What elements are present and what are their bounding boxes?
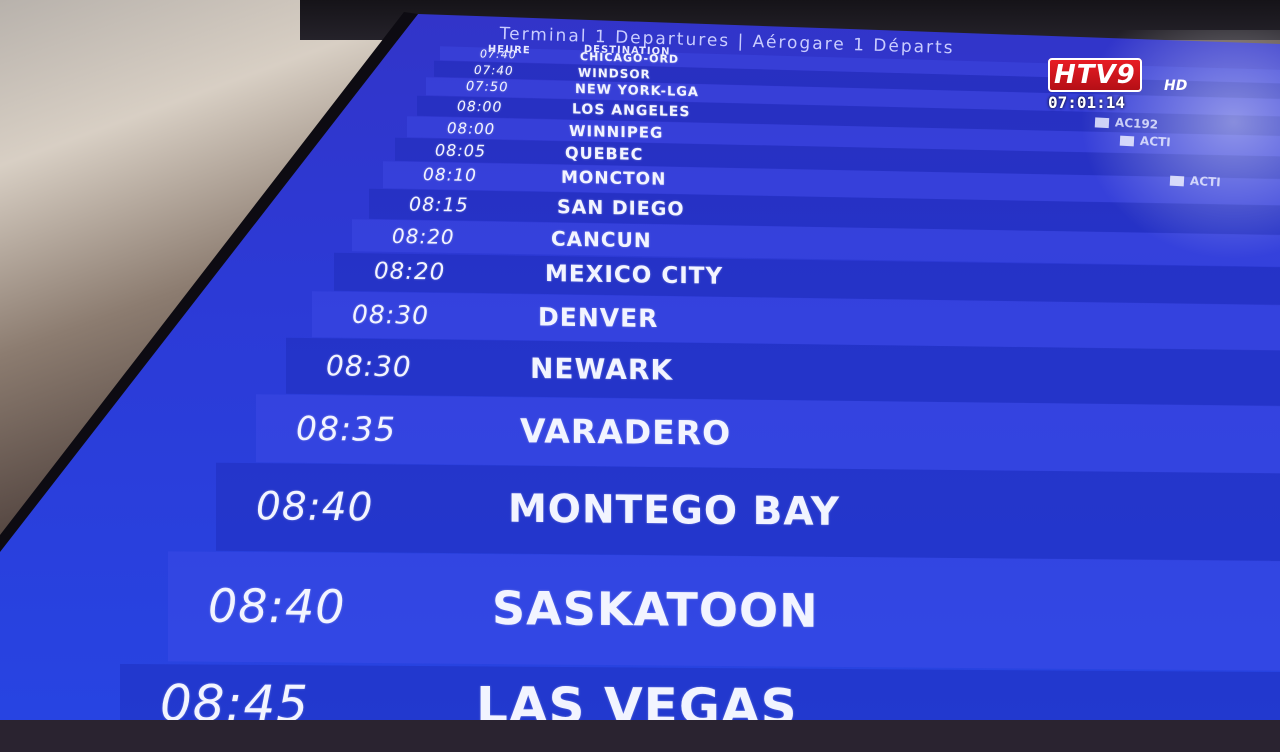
departure-time: 08:10 [423,165,477,187]
destination-name: LAS VEGAS [476,676,798,737]
broadcast-clock: 07:01:14 [1048,93,1126,112]
destination-name: NEW YORK-LGA [575,82,699,101]
flight-row: 08:45 LAS VEGAS [120,663,1280,737]
status-marker [1094,116,1110,128]
status-cell: ACTI [1119,133,1171,149]
destination-name: CANCUN [551,226,652,253]
logo-wordmark: HTV9 [1048,58,1142,92]
departure-time: 08:30 [326,349,412,384]
logo-hd-label: HD [1164,78,1188,94]
destination-name: DENVER [538,302,659,334]
departure-time: 07:50 [466,79,509,96]
destination-name: SAN DIEGO [557,195,685,221]
departure-time: 08:35 [296,408,397,450]
departure-time: 08:00 [457,98,503,116]
flight-row: 08:35 VARADERO [256,394,1280,474]
departure-time: 08:20 [392,223,455,249]
time-column-header: HEURE [487,44,531,57]
destination-name: MONCTON [561,168,667,191]
flight-row: 08:40 SASKATOON [168,551,1280,671]
destination-name: MONTEGO BAY [508,486,841,535]
status-cell: ACTI [1169,173,1221,189]
destination-name: NEWARK [530,352,674,387]
destination-name: LOS ANGELES [572,101,691,120]
flight-row: 08:40 MONTEGO BAY [216,462,1280,562]
departure-time: 08:20 [374,258,446,286]
departure-time: 08:30 [352,299,430,330]
destination-name: WINDSOR [578,65,651,82]
destination-name: SASKATOON [492,581,819,639]
destination-name: MEXICO CITY [545,261,724,290]
departure-time: 08:15 [409,193,469,217]
status-marker [1169,175,1185,186]
destination-name: QUEBEC [565,143,644,164]
destination-name: VARADERO [520,411,732,453]
broadcaster-logo: HTV9 HD 07:01:14 [1046,58,1196,112]
departure-time: 08:40 [208,579,346,635]
departure-time: 08:45 [160,674,310,734]
destination-name: WINNIPEG [569,121,664,142]
status-marker [1119,135,1135,146]
departure-time: 08:05 [435,140,487,161]
departure-time: 08:00 [447,118,496,138]
departure-time: 08:40 [256,483,374,530]
departure-time: 07:40 [474,62,514,78]
